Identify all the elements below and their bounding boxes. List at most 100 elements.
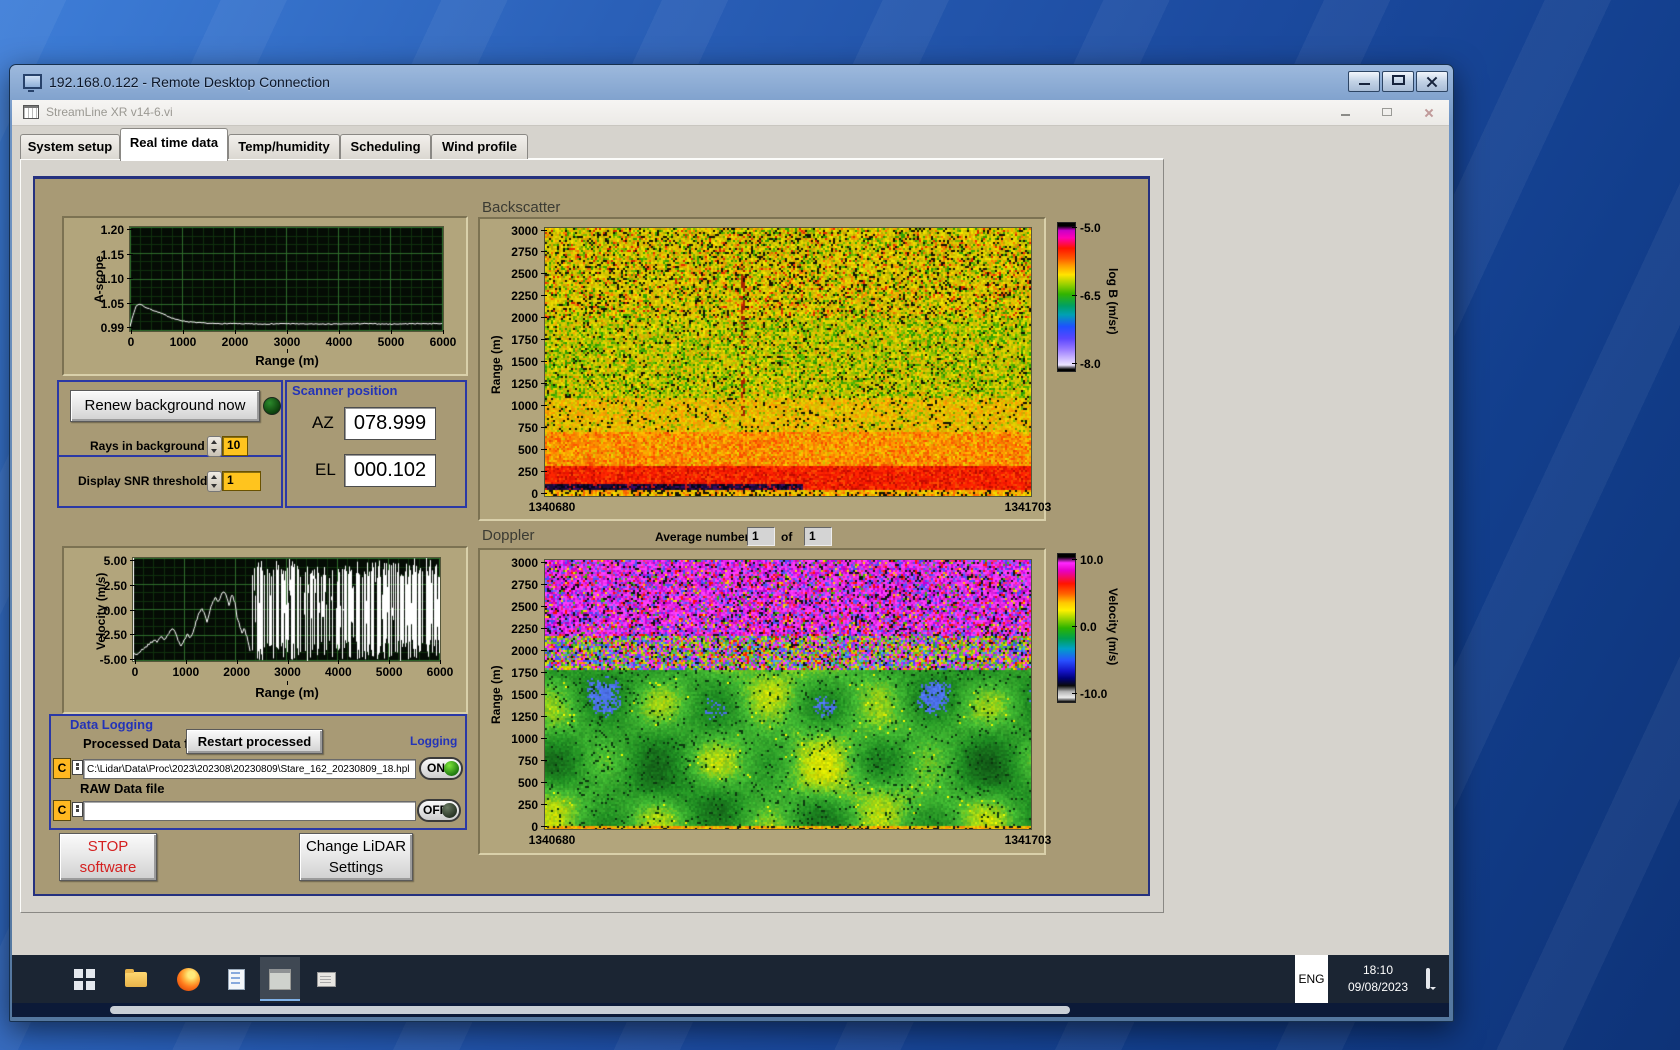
vi-maximize-button[interactable] [1374, 104, 1400, 121]
processed-browse-icon[interactable] [72, 760, 83, 775]
off-knob [442, 803, 457, 818]
backscatter-colorbar-label: log B (m/sr) [1106, 246, 1120, 356]
average-number-label: Average number [655, 530, 749, 545]
renew-background-button[interactable]: Renew background now [70, 390, 260, 422]
tab-scheduling[interactable]: Scheduling [340, 134, 431, 159]
taskbar-item-explorer[interactable] [116, 957, 156, 1001]
rdp-minimize-button[interactable] [1348, 71, 1380, 92]
horizontal-scrollbar[interactable] [110, 1006, 1070, 1014]
tab-real-time-data[interactable]: Real time data [120, 128, 228, 161]
document-app-icon [228, 969, 245, 990]
stop-line2: software [60, 857, 156, 878]
rdp-close-button[interactable] [1416, 71, 1448, 92]
raw-browse-icon[interactable] [72, 802, 83, 817]
average-total-value[interactable]: 1 [804, 527, 832, 546]
axis-tick-label: 3000 [263, 335, 311, 349]
axis-tick-label: 2250 [494, 289, 538, 303]
change-lidar-settings-button[interactable]: Change LiDAR Settings [299, 833, 413, 881]
raw-logging-toggle-off[interactable]: OFF [417, 799, 461, 822]
taskbar-item-firefox[interactable] [168, 957, 208, 1001]
raw-drive-selector[interactable]: C [53, 800, 71, 821]
windows-start-icon [74, 969, 95, 990]
axis-tick-label: 6000 [419, 335, 467, 349]
action-center-icon[interactable] [1426, 968, 1430, 989]
clock-time: 18:10 [1335, 962, 1421, 979]
settings-line2: Settings [300, 857, 412, 878]
velocity-x-axis-title: Range (m) [227, 686, 347, 700]
average-number-value[interactable]: 1 [747, 527, 775, 546]
axis-tick-label: 1000 [494, 399, 538, 413]
restart-processed-file-button[interactable]: Restart processed file [186, 729, 323, 754]
axis-tick-label: 0.99 [80, 321, 124, 335]
snr-value-field[interactable]: 1 [222, 471, 261, 491]
axis-tick-label: 250 [494, 798, 538, 812]
stop-software-button[interactable]: STOP software [59, 833, 157, 881]
axis-tick-label: 2250 [494, 622, 538, 636]
vi-app-icon [23, 105, 39, 119]
axis-tick-label: 1000 [159, 335, 207, 349]
axis-tick-label: 2750 [494, 578, 538, 592]
rays-value-field[interactable]: 10 [222, 436, 248, 456]
rays-in-background-label: Rays in background [90, 439, 205, 454]
axis-tick-label: 5000 [367, 335, 415, 349]
axis-tick-label: 0 [494, 820, 538, 834]
az-label: AZ [312, 413, 334, 433]
scan-scheduler-icon [317, 972, 336, 987]
taskbar-item-streamline[interactable] [260, 957, 300, 1001]
on-label: ON [427, 761, 445, 775]
backscatter-heatmap [545, 228, 1031, 496]
axis-tick-label: 1000 [162, 665, 210, 679]
rdp-titlebar[interactable]: 192.168.0.122 - Remote Desktop Connectio… [9, 64, 1452, 100]
axis-tick-label: 1750 [494, 666, 538, 680]
data-logging-title: Data Logging [70, 717, 153, 733]
taskbar-clock[interactable]: 18:10 09/08/2023 [1335, 962, 1421, 996]
processed-path-input[interactable] [83, 759, 416, 779]
raw-data-file-label: RAW Data file [80, 781, 165, 797]
snr-threshold-label: Display SNR threshold [78, 474, 207, 489]
rays-spinner[interactable] [207, 436, 222, 457]
axis-tick-label: 2000 [211, 335, 259, 349]
snr-spinner[interactable] [207, 471, 222, 492]
axis-tick-label: 3000 [494, 556, 538, 570]
streamline-app-icon [269, 969, 291, 990]
axis-tick-label: 10.0 [1080, 553, 1103, 567]
tab-wind-profile[interactable]: Wind profile [431, 134, 528, 159]
start-button[interactable] [64, 957, 104, 1001]
settings-line1: Change LiDAR [300, 836, 412, 857]
taskbar-item-scan-scheduler[interactable] [306, 957, 346, 1001]
ascope-plot [130, 227, 443, 331]
axis-tick-label: 1750 [494, 333, 538, 347]
axis-tick-label: 750 [494, 754, 538, 768]
axis-tick-label: 500 [494, 443, 538, 457]
backscatter-end-time: 1341703 [993, 500, 1063, 514]
axis-tick-label: -6.5 [1080, 289, 1101, 303]
taskbar-item-document[interactable] [216, 957, 256, 1001]
axis-tick-label: 1.05 [80, 297, 124, 311]
doppler-title: Doppler [482, 527, 535, 545]
axis-tick-label: 2750 [494, 245, 538, 259]
scanner-position-box [285, 380, 467, 508]
processed-logging-toggle-on[interactable]: ON [419, 757, 463, 780]
raw-path-input[interactable] [83, 801, 416, 821]
vi-close-button[interactable] [1416, 104, 1442, 121]
rdp-window-title: 192.168.0.122 - Remote Desktop Connectio… [49, 73, 330, 91]
backscatter-start-time: 1340680 [517, 500, 587, 514]
axis-tick-label: 4000 [314, 665, 362, 679]
vi-minimize-button[interactable] [1332, 104, 1358, 121]
clock-date: 09/08/2023 [1335, 979, 1421, 996]
vi-titlebar[interactable]: StreamLine XR v14-6.vi [12, 100, 1449, 126]
axis-tick-label: 2.50 [83, 579, 127, 593]
axis-tick-label: 0 [111, 665, 159, 679]
axis-tick-label: 0.00 [83, 604, 127, 618]
tab-temp-humidity[interactable]: Temp/humidity [228, 134, 340, 159]
az-value: 078.999 [344, 407, 436, 440]
desktop: 192.168.0.122 - Remote Desktop Connectio… [0, 0, 1680, 1050]
tab-system-setup[interactable]: System setup [20, 134, 120, 159]
backscatter-colorbar [1057, 222, 1076, 372]
rdp-maximize-button[interactable] [1382, 71, 1414, 92]
processed-drive-selector[interactable]: C [53, 758, 71, 779]
language-indicator[interactable]: ENG [1295, 955, 1328, 1003]
doppler-end-time: 1341703 [993, 833, 1063, 847]
axis-tick-label: 1.10 [80, 272, 124, 286]
el-label: EL [315, 460, 336, 480]
